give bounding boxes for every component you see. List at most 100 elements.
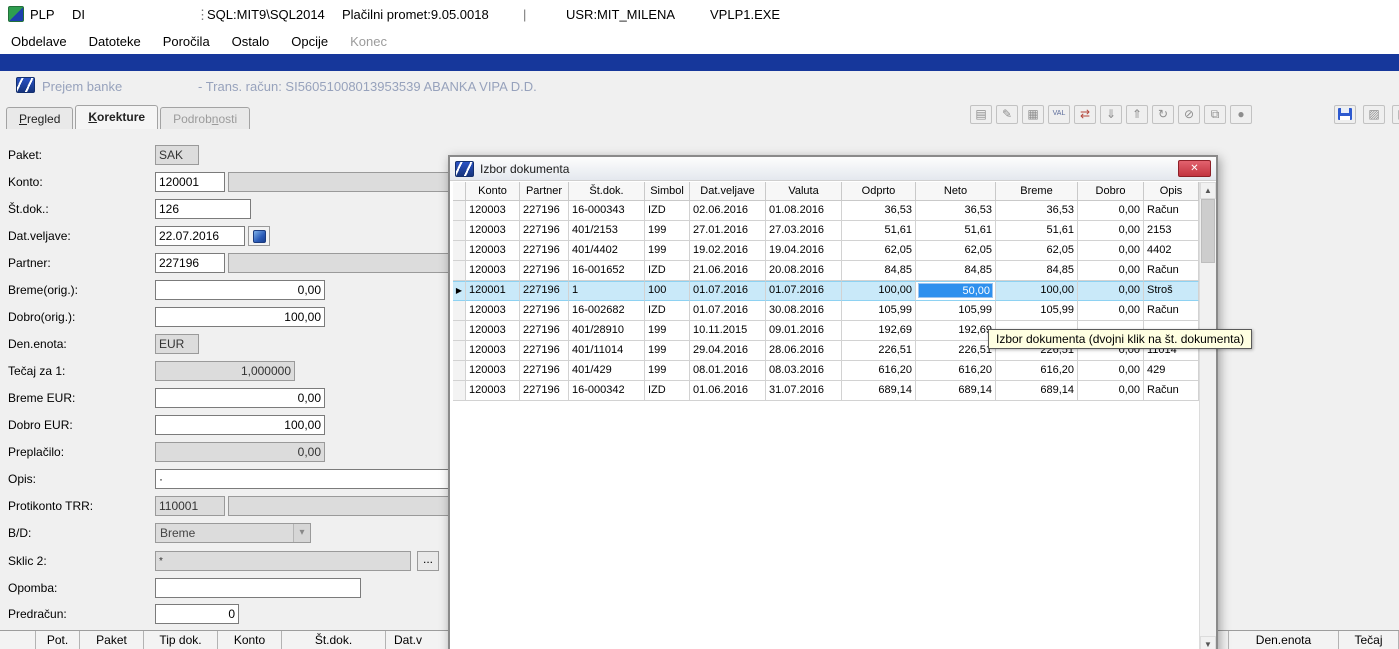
transfer-icon[interactable]: ⇄ bbox=[1074, 105, 1096, 124]
grid-row-2[interactable]: 120003 227196 401/2153 199 27.01.2016 27.03.2… bbox=[453, 221, 1199, 241]
grid-cell[interactable]: 227196 bbox=[520, 201, 569, 221]
grid-cell[interactable]: 01.07.2016 bbox=[690, 301, 766, 321]
scroll-down-icon[interactable]: ▼ bbox=[1200, 636, 1216, 649]
inline-edit-value[interactable]: 50,00 bbox=[918, 283, 993, 298]
column-header-konto[interactable]: Konto bbox=[466, 182, 520, 201]
grid-cell[interactable]: 1 bbox=[569, 281, 645, 301]
grid-cell[interactable]: 31.07.2016 bbox=[766, 381, 842, 401]
protikonto-input[interactable] bbox=[155, 496, 225, 516]
grid-cell[interactable]: 0,00 bbox=[1078, 281, 1144, 301]
dobro-eur-input[interactable] bbox=[155, 415, 325, 435]
close-button[interactable]: ✕ bbox=[1178, 160, 1211, 177]
grid-cell[interactable]: 227196 bbox=[520, 241, 569, 261]
grid-cell[interactable]: 100,00 bbox=[996, 281, 1078, 301]
grid-cell[interactable]: 120003 bbox=[466, 301, 520, 321]
grid-cell[interactable]: 689,14 bbox=[916, 381, 996, 401]
den-enota-input[interactable] bbox=[155, 334, 199, 354]
grid-cell[interactable]: 120003 bbox=[466, 241, 520, 261]
column-header-valuta[interactable]: Valuta bbox=[766, 182, 842, 201]
grid-cell[interactable]: 105,99 bbox=[996, 301, 1078, 321]
scrollbar-thumb[interactable] bbox=[1201, 199, 1215, 263]
grid-cell[interactable]: 0,00 bbox=[1078, 221, 1144, 241]
grid-cell[interactable]: 19.04.2016 bbox=[766, 241, 842, 261]
grid-cell[interactable]: 51,61 bbox=[916, 221, 996, 241]
grid-cell[interactable]: 01.06.2016 bbox=[690, 381, 766, 401]
grid-cell[interactable]: 16-000342 bbox=[569, 381, 645, 401]
refresh-icon[interactable]: ↻ bbox=[1152, 105, 1174, 124]
grid-cell[interactable]: 227196 bbox=[520, 341, 569, 361]
valuta-icon[interactable]: VAL bbox=[1048, 105, 1070, 124]
predracun-input[interactable] bbox=[155, 604, 239, 624]
scroll-up-icon[interactable]: ▲ bbox=[1200, 182, 1216, 199]
row-selector[interactable] bbox=[453, 261, 466, 281]
grid-cell[interactable]: 51,61 bbox=[842, 221, 916, 241]
edit-icon[interactable]: ✎ bbox=[996, 105, 1018, 124]
bottom-column-konto[interactable]: Konto bbox=[218, 631, 282, 649]
menu-item-ostalo[interactable]: Ostalo bbox=[221, 30, 281, 53]
column-header-neto[interactable]: Neto bbox=[916, 182, 996, 201]
grid-cell[interactable]: 62,05 bbox=[996, 241, 1078, 261]
grid-cell[interactable]: 120003 bbox=[466, 381, 520, 401]
grid-cell[interactable]: 100 bbox=[645, 281, 690, 301]
grid-cell[interactable]: 401/429 bbox=[569, 361, 645, 381]
grid-cell[interactable]: 199 bbox=[645, 321, 690, 341]
grid-cell[interactable]: 36,53 bbox=[842, 201, 916, 221]
grid-cell[interactable]: 0,00 bbox=[1078, 261, 1144, 281]
export-icon[interactable]: ⇑ bbox=[1126, 105, 1148, 124]
grid-cell[interactable]: 0,00 bbox=[1078, 201, 1144, 221]
grid-row-10[interactable]: 120003 227196 16-000342 IZD 01.06.2016 31.07.… bbox=[453, 381, 1199, 401]
menu-item-konec[interactable]: Konec bbox=[339, 30, 398, 53]
grid-cell[interactable]: 120001 bbox=[466, 281, 520, 301]
menu-item-porocila[interactable]: Poročila bbox=[152, 30, 221, 53]
grid-cell[interactable]: 51,61 bbox=[996, 221, 1078, 241]
grid-cell[interactable]: 16-001652 bbox=[569, 261, 645, 281]
grid-cell[interactable]: 08.01.2016 bbox=[690, 361, 766, 381]
grid-cell[interactable]: 192,69 bbox=[842, 321, 916, 341]
grid-cell[interactable]: 429 bbox=[1144, 361, 1199, 381]
grid-cell[interactable]: 227196 bbox=[520, 261, 569, 281]
grid-cell[interactable]: 401/11014 bbox=[569, 341, 645, 361]
tab-pregled[interactable]: Pregled bbox=[6, 107, 74, 129]
grid-cell[interactable]: 120003 bbox=[466, 261, 520, 281]
grid-cell[interactable]: 105,99 bbox=[916, 301, 996, 321]
grid-cell[interactable]: 62,05 bbox=[916, 241, 996, 261]
menu-item-datoteke[interactable]: Datoteke bbox=[78, 30, 152, 53]
grid-cell[interactable]: 50,00 bbox=[916, 281, 996, 301]
row-selector[interactable] bbox=[453, 201, 466, 221]
grid-cell[interactable]: 401/28910 bbox=[569, 321, 645, 341]
grid-cell[interactable]: 21.06.2016 bbox=[690, 261, 766, 281]
grid-cell[interactable]: 01.08.2016 bbox=[766, 201, 842, 221]
grid-cell[interactable]: 0,00 bbox=[1078, 361, 1144, 381]
grid-cell[interactable]: 16-002682 bbox=[569, 301, 645, 321]
column-header-odprto[interactable]: Odprto bbox=[842, 182, 916, 201]
grid-cell[interactable]: 20.08.2016 bbox=[766, 261, 842, 281]
grid-cell[interactable]: 01.07.2016 bbox=[690, 281, 766, 301]
grid-cell[interactable]: 616,20 bbox=[916, 361, 996, 381]
grid-cell[interactable]: 227196 bbox=[520, 301, 569, 321]
grid-cell[interactable]: IZD bbox=[645, 261, 690, 281]
bd-select[interactable]: Breme ▾ bbox=[155, 523, 311, 543]
grid-cell[interactable]: 02.06.2016 bbox=[690, 201, 766, 221]
report-icon[interactable]: ▤ bbox=[970, 105, 992, 124]
column-header-breme[interactable]: Breme bbox=[996, 182, 1078, 201]
grid-cell[interactable]: 120003 bbox=[466, 361, 520, 381]
grid-cell[interactable]: 01.07.2016 bbox=[766, 281, 842, 301]
menu-item-obdelave[interactable]: Obdelave bbox=[0, 30, 78, 53]
grid-cell[interactable]: 120003 bbox=[466, 321, 520, 341]
grid-cell[interactable]: 2153 bbox=[1144, 221, 1199, 241]
row-selector[interactable] bbox=[453, 321, 466, 341]
grid-row-3[interactable]: 120003 227196 401/4402 199 19.02.2016 19.04.2… bbox=[453, 241, 1199, 261]
grid-cell[interactable]: 199 bbox=[645, 361, 690, 381]
grid-cell[interactable]: 36,53 bbox=[996, 201, 1078, 221]
grid-cell[interactable]: 616,20 bbox=[996, 361, 1078, 381]
sklic2-browse-button[interactable]: ... bbox=[417, 551, 439, 571]
row-selector[interactable] bbox=[453, 241, 466, 261]
grid-cell[interactable]: 0,00 bbox=[1078, 301, 1144, 321]
grid-cell[interactable]: 4402 bbox=[1144, 241, 1199, 261]
grid-cell[interactable]: Račun bbox=[1144, 381, 1199, 401]
print-icon[interactable]: ▤ bbox=[1392, 105, 1399, 124]
grid-cell[interactable]: 227196 bbox=[520, 361, 569, 381]
grid-cell[interactable]: 28.06.2016 bbox=[766, 341, 842, 361]
grid-cell[interactable]: 689,14 bbox=[842, 381, 916, 401]
grid-cell[interactable]: 226,51 bbox=[842, 341, 916, 361]
